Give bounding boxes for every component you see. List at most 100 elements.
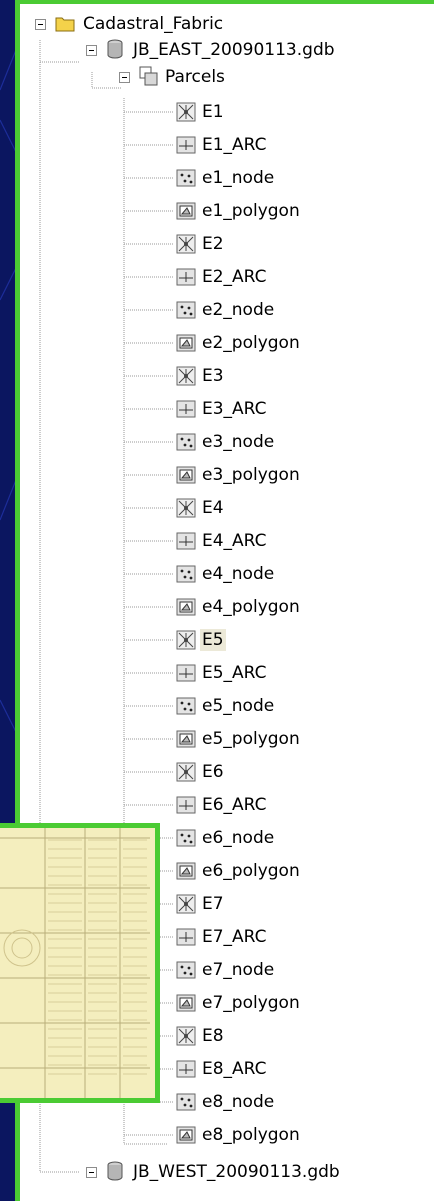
point-feature-class-icon xyxy=(176,301,196,319)
tree-item-e8-arc[interactable]: E8_ARC xyxy=(170,1056,390,1082)
tree-item-e5-arc[interactable]: E5_ARC xyxy=(170,660,390,686)
tree-item-label: E6 xyxy=(202,762,224,782)
tree-item-e7-polygon[interactable]: e7_polygon xyxy=(170,990,390,1016)
tree-item-e5-node[interactable]: e5_node xyxy=(170,693,390,719)
tree-item-e6-arc[interactable]: E6_ARC xyxy=(170,792,390,818)
topology-icon xyxy=(176,894,196,914)
tree-item-label: e5_node xyxy=(202,696,275,716)
tree-item-label: E2 xyxy=(202,234,224,254)
tree-item-label: e8_node xyxy=(202,1092,275,1112)
tree-item-e2-arc[interactable]: E2_ARC xyxy=(170,264,390,290)
tree-node-label: Parcels xyxy=(165,67,225,87)
polygon-feature-class-icon xyxy=(176,334,196,352)
point-feature-class-icon xyxy=(176,961,196,979)
geodatabase-icon xyxy=(107,39,123,59)
tree-item-e4-polygon[interactable]: e4_polygon xyxy=(170,594,390,620)
tree-node-dataset-parcels[interactable]: Parcels xyxy=(117,64,317,90)
tree-item-e2-node[interactable]: e2_node xyxy=(170,297,390,323)
line-feature-class-icon xyxy=(176,1060,196,1078)
point-feature-class-icon xyxy=(176,433,196,451)
point-feature-class-icon xyxy=(176,169,196,187)
tree-item-label: E2_ARC xyxy=(202,267,267,287)
topology-icon xyxy=(176,1026,196,1046)
tree-item-e1-arc[interactable]: E1_ARC xyxy=(170,132,390,158)
polygon-feature-class-icon xyxy=(176,994,196,1012)
tree-item-label: e6_node xyxy=(202,828,275,848)
parcel-map-drawing xyxy=(0,828,155,1098)
tree-item-label: E7_ARC xyxy=(202,927,267,947)
tree-item-label: e2_polygon xyxy=(202,333,300,353)
tree-item-e1[interactable]: E1 xyxy=(170,99,390,125)
point-feature-class-icon xyxy=(176,1093,196,1111)
tree-item-label: e3_node xyxy=(202,432,275,452)
geodatabase-icon xyxy=(107,1161,123,1181)
tree-item-e4[interactable]: E4 xyxy=(170,495,390,521)
tree-item-e8-node[interactable]: e8_node xyxy=(170,1089,390,1115)
tree-node-root[interactable]: Cadastral_Fabric xyxy=(33,11,293,37)
tree-item-label: E5 xyxy=(200,629,226,651)
tree-node-label: JB_WEST_20090113.gdb xyxy=(133,1162,340,1182)
tree-item-label: e7_polygon xyxy=(202,993,300,1013)
tree-item-e6-node[interactable]: e6_node xyxy=(170,825,390,851)
tree-item-label: E7 xyxy=(202,894,224,914)
tree-item-e3-node[interactable]: e3_node xyxy=(170,429,390,455)
point-feature-class-icon xyxy=(176,565,196,583)
tree-item-e5-polygon[interactable]: e5_polygon xyxy=(170,726,390,752)
tree-item-e5[interactable]: E5 xyxy=(170,627,390,653)
tree-item-label: e4_polygon xyxy=(202,597,300,617)
tree-item-e1-node[interactable]: e1_node xyxy=(170,165,390,191)
point-feature-class-icon xyxy=(176,697,196,715)
tree-item-e4-arc[interactable]: E4_ARC xyxy=(170,528,390,554)
tree-item-e8[interactable]: E8 xyxy=(170,1023,390,1049)
parcel-map-thumbnail xyxy=(0,823,160,1103)
tree-item-e2[interactable]: E2 xyxy=(170,231,390,257)
polygon-feature-class-icon xyxy=(176,598,196,616)
collapse-toggle-icon[interactable] xyxy=(86,1167,97,1178)
tree-item-label: e5_polygon xyxy=(202,729,300,749)
tree-item-label: e4_node xyxy=(202,564,275,584)
tree-item-label: E4 xyxy=(202,498,224,518)
folder-icon xyxy=(55,17,75,32)
tree-item-label: E8_ARC xyxy=(202,1059,267,1079)
line-feature-class-icon xyxy=(176,664,196,682)
tree-item-e7-arc[interactable]: E7_ARC xyxy=(170,924,390,950)
topology-icon xyxy=(176,498,196,518)
topology-icon xyxy=(176,630,196,650)
tree-item-e3-arc[interactable]: E3_ARC xyxy=(170,396,390,422)
point-feature-class-icon xyxy=(176,829,196,847)
tree-item-label: e3_polygon xyxy=(202,465,300,485)
tree-item-label: E6_ARC xyxy=(202,795,267,815)
polygon-feature-class-icon xyxy=(176,1126,196,1144)
tree-item-e7-node[interactable]: e7_node xyxy=(170,957,390,983)
line-feature-class-icon xyxy=(176,796,196,814)
tree-item-e2-polygon[interactable]: e2_polygon xyxy=(170,330,390,356)
line-feature-class-icon xyxy=(176,400,196,418)
collapse-toggle-icon[interactable] xyxy=(86,45,97,56)
collapse-toggle-icon[interactable] xyxy=(35,19,46,30)
polygon-feature-class-icon xyxy=(176,466,196,484)
tree-item-e1-polygon[interactable]: e1_polygon xyxy=(170,198,390,224)
tree-item-e3[interactable]: E3 xyxy=(170,363,390,389)
collapse-toggle-icon[interactable] xyxy=(119,72,130,83)
tree-item-label: e6_polygon xyxy=(202,861,300,881)
line-feature-class-icon xyxy=(176,268,196,286)
tree-node-label: Cadastral_Fabric xyxy=(83,14,224,34)
tree-item-label: e8_polygon xyxy=(202,1125,300,1145)
tree-item-label: E1_ARC xyxy=(202,135,267,155)
tree-node-geodatabase-east[interactable]: JB_EAST_20090113.gdb xyxy=(85,37,405,63)
line-feature-class-icon xyxy=(176,928,196,946)
tree-item-label: E4_ARC xyxy=(202,531,267,551)
tree-item-e8-polygon[interactable]: e8_polygon xyxy=(170,1122,390,1148)
tree-item-e6[interactable]: E6 xyxy=(170,759,390,785)
topology-icon xyxy=(176,234,196,254)
tree-item-label: E3 xyxy=(202,366,224,386)
tree-node-label: JB_EAST_20090113.gdb xyxy=(133,40,335,60)
tree-node-geodatabase-west[interactable]: JB_WEST_20090113.gdb xyxy=(85,1159,405,1185)
tree-item-e3-polygon[interactable]: e3_polygon xyxy=(170,462,390,488)
tree-item-label: e1_polygon xyxy=(202,201,300,221)
topology-icon xyxy=(176,102,196,122)
tree-item-e6-polygon[interactable]: e6_polygon xyxy=(170,858,390,884)
topology-icon xyxy=(176,762,196,782)
tree-item-e7[interactable]: E7 xyxy=(170,891,390,917)
tree-item-e4-node[interactable]: e4_node xyxy=(170,561,390,587)
